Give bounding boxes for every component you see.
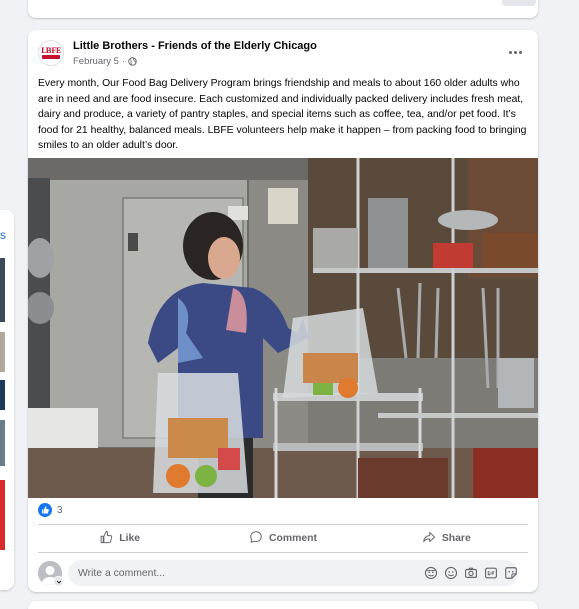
previous-post-card — [28, 0, 538, 18]
like-label: Like — [119, 532, 141, 544]
post-photo[interactable] — [28, 158, 538, 498]
page-logo-bar — [42, 55, 60, 59]
left-column-feed-edge: s — [0, 210, 14, 590]
chevron-down-icon[interactable] — [53, 576, 64, 587]
left-column-image-1[interactable] — [0, 258, 5, 322]
post-date-link[interactable]: February 5 — [73, 56, 119, 67]
reaction-summary[interactable]: 3 — [38, 502, 63, 518]
comment-bubble-icon — [249, 530, 263, 547]
post-actions-bar: Like Comment Share — [38, 527, 528, 549]
left-column-partial-text: s — [0, 228, 6, 242]
page-name-link[interactable]: Little Brothers - Friends of the Elderly… — [73, 40, 317, 52]
more-options-icon — [508, 50, 522, 54]
volunteer-packing-food-bags-photo — [28, 158, 538, 498]
gif-icon[interactable] — [484, 566, 498, 580]
left-column-image-2[interactable] — [0, 332, 5, 372]
left-column-image-4[interactable] — [0, 420, 5, 466]
avatar-sticker-icon[interactable] — [424, 566, 438, 580]
like-reaction-icon — [38, 503, 52, 517]
comment-composer — [38, 560, 528, 587]
facebook-post: LBFE Little Brothers - Friends of the El… — [28, 30, 538, 592]
next-post-card — [28, 601, 538, 609]
emoji-icon[interactable] — [444, 566, 458, 580]
sticker-icon[interactable] — [504, 566, 518, 580]
comment-label: Comment — [269, 532, 317, 544]
share-arrow-icon — [422, 530, 436, 547]
comment-tools — [424, 566, 518, 580]
left-column-image-3[interactable] — [0, 380, 5, 410]
comment-button[interactable]: Comment — [201, 527, 364, 549]
previous-post-action-button[interactable] — [502, 0, 536, 6]
share-button[interactable]: Share — [365, 527, 528, 549]
like-button[interactable]: Like — [38, 527, 201, 549]
thumbs-up-icon — [99, 530, 113, 547]
left-column-image-5[interactable] — [0, 480, 5, 550]
actions-divider-bottom — [38, 552, 528, 553]
reaction-count: 3 — [57, 504, 63, 516]
post-header: LBFE Little Brothers - Friends of the El… — [28, 30, 538, 72]
post-body-text: Every month, Our Food Bag Delivery Progr… — [38, 78, 527, 151]
meta-separator: · — [121, 56, 126, 67]
more-options-button[interactable] — [504, 42, 526, 62]
actions-divider-top — [38, 524, 528, 525]
page-logo-avatar[interactable]: LBFE — [38, 40, 64, 66]
globe-icon[interactable] — [128, 57, 137, 66]
camera-icon[interactable] — [464, 566, 478, 580]
share-label: Share — [441, 532, 471, 544]
post-meta: February 5 · — [73, 56, 137, 67]
page-logo-text: LBFE — [41, 46, 61, 55]
